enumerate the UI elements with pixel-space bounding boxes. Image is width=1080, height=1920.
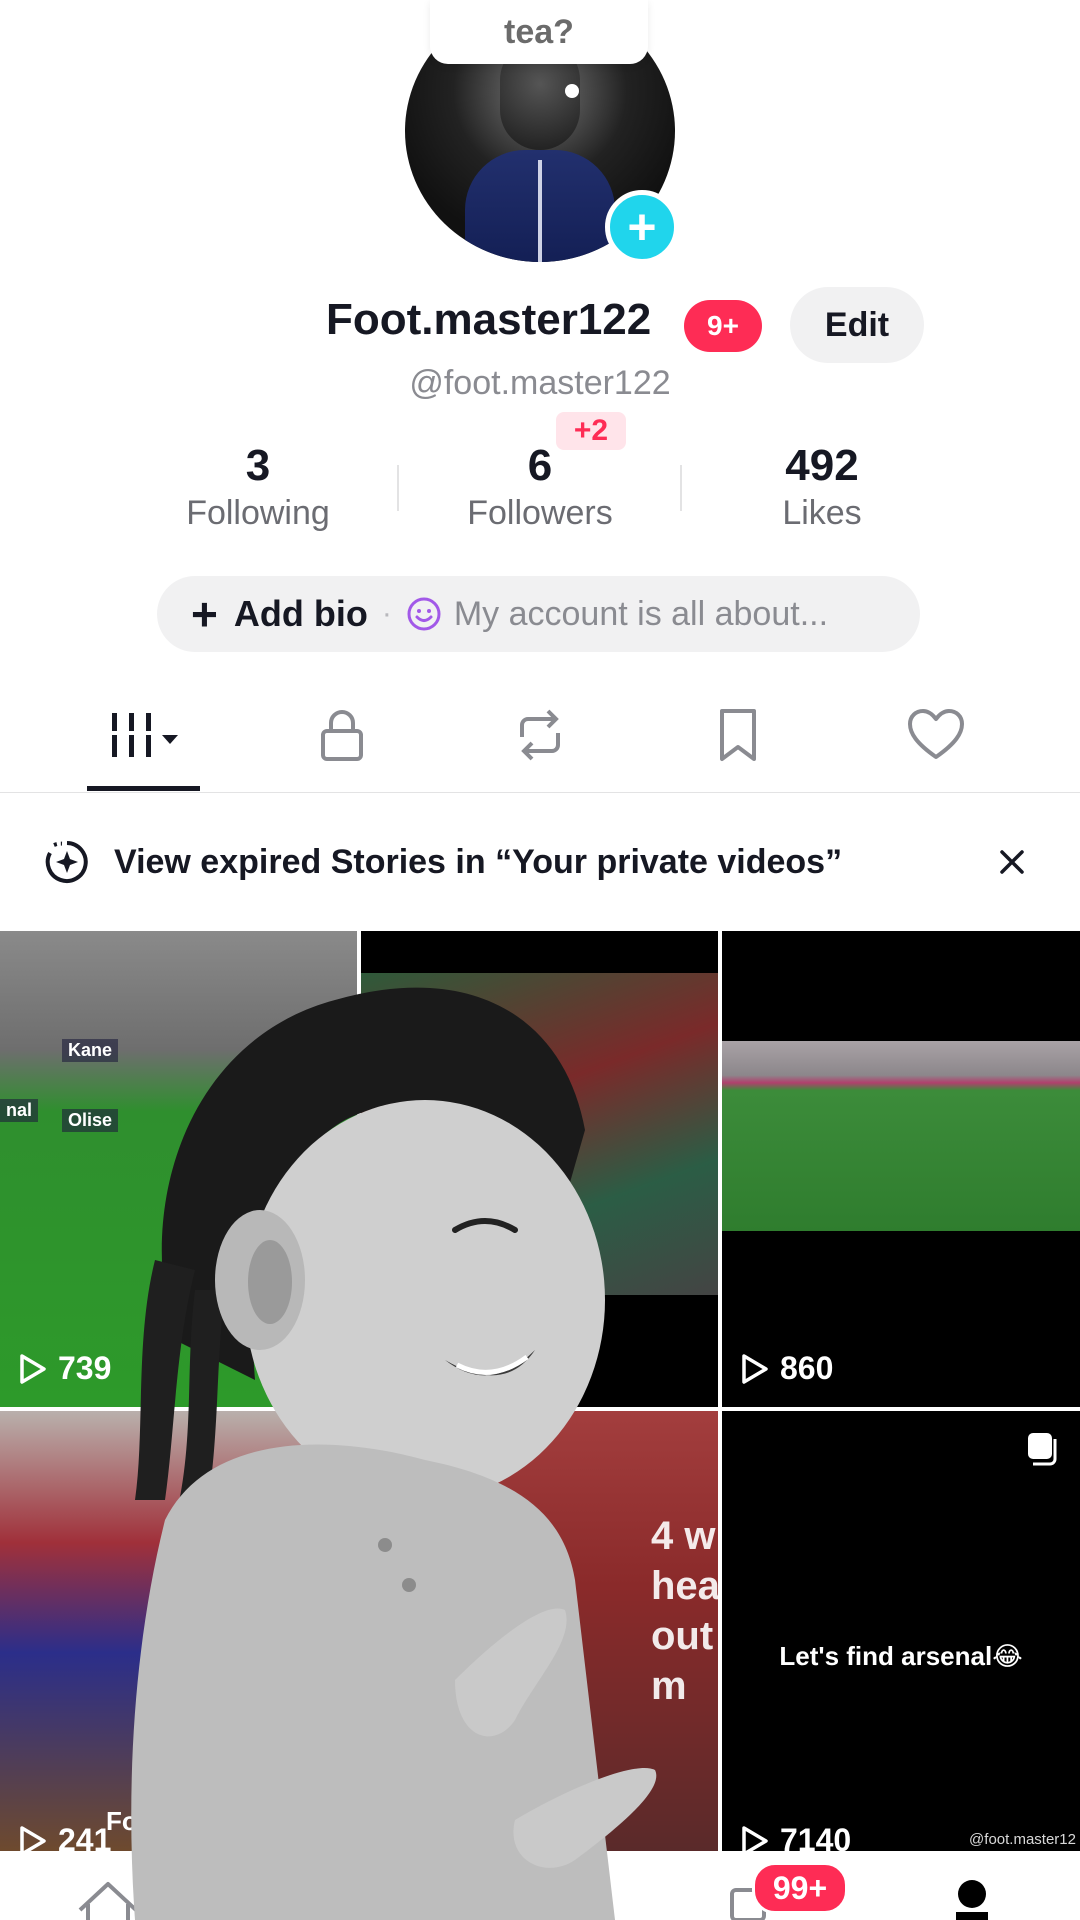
stat-divider <box>680 465 682 511</box>
stat-likes-label: Likes <box>782 494 862 532</box>
stat-following-value: 3 <box>245 441 271 490</box>
lock-icon <box>321 710 363 761</box>
tab-saved[interactable] <box>678 700 798 770</box>
expired-stories-banner[interactable]: View expired Stories in “Your private vi… <box>0 825 1080 899</box>
tab-reposts[interactable] <box>480 700 600 770</box>
grid-icon <box>112 713 178 757</box>
note-bubble-tail <box>565 84 579 98</box>
stat-followers-value: 6 <box>527 441 553 490</box>
note-bubble[interactable]: tea? <box>430 0 648 64</box>
smiley-icon <box>407 597 441 631</box>
stat-following-label: Following <box>186 494 330 532</box>
video-overlay-label: nal <box>0 1099 39 1122</box>
play-icon <box>20 1353 46 1384</box>
story-icon <box>45 841 88 883</box>
add-bio-button[interactable]: + Add bio · My account is all about... <box>157 576 920 652</box>
edit-profile-button[interactable]: Edit <box>790 287 924 363</box>
bio-separator: · <box>381 597 392 630</box>
tabs-divider <box>0 792 1080 793</box>
baby-meme-overlay <box>131 987 657 1920</box>
notification-badge[interactable]: 9+ <box>684 300 762 352</box>
stat-followers[interactable]: 6 Followers <box>425 440 655 533</box>
profile-handle: @foot.master122 <box>409 364 671 402</box>
stat-following[interactable]: 3 Following <box>143 440 373 533</box>
profile-icon[interactable] <box>952 1878 992 1920</box>
tab-liked[interactable] <box>876 700 996 770</box>
heart-icon <box>908 709 964 759</box>
tab-private[interactable] <box>282 700 402 770</box>
profile-username: Foot.master122 <box>326 295 652 344</box>
stories-banner-text: View expired Stories in “Your private vi… <box>114 842 843 881</box>
inbox-badge: 99+ <box>752 1862 848 1914</box>
plus-icon: + <box>191 588 218 640</box>
close-icon[interactable] <box>998 848 1026 876</box>
add-bio-label: Add bio <box>233 593 368 634</box>
bio-placeholder: My account is all about... <box>453 594 829 633</box>
video-watermark: @foot.master12 <box>969 1831 1076 1848</box>
add-story-plus-icon[interactable]: + <box>605 190 679 264</box>
play-icon <box>20 1825 46 1851</box>
stat-likes[interactable]: 492 Likes <box>707 440 937 533</box>
repost-icon <box>520 709 560 761</box>
tab-videos[interactable] <box>84 700 204 770</box>
stat-divider <box>397 465 399 511</box>
bookmark-icon <box>720 709 756 761</box>
photo-carousel-icon <box>1028 1433 1057 1466</box>
add-bio: + Add bio <box>191 591 368 637</box>
stat-likes-value: 492 <box>785 441 859 490</box>
stat-followers-label: Followers <box>467 494 613 532</box>
active-tab-indicator <box>87 786 200 791</box>
